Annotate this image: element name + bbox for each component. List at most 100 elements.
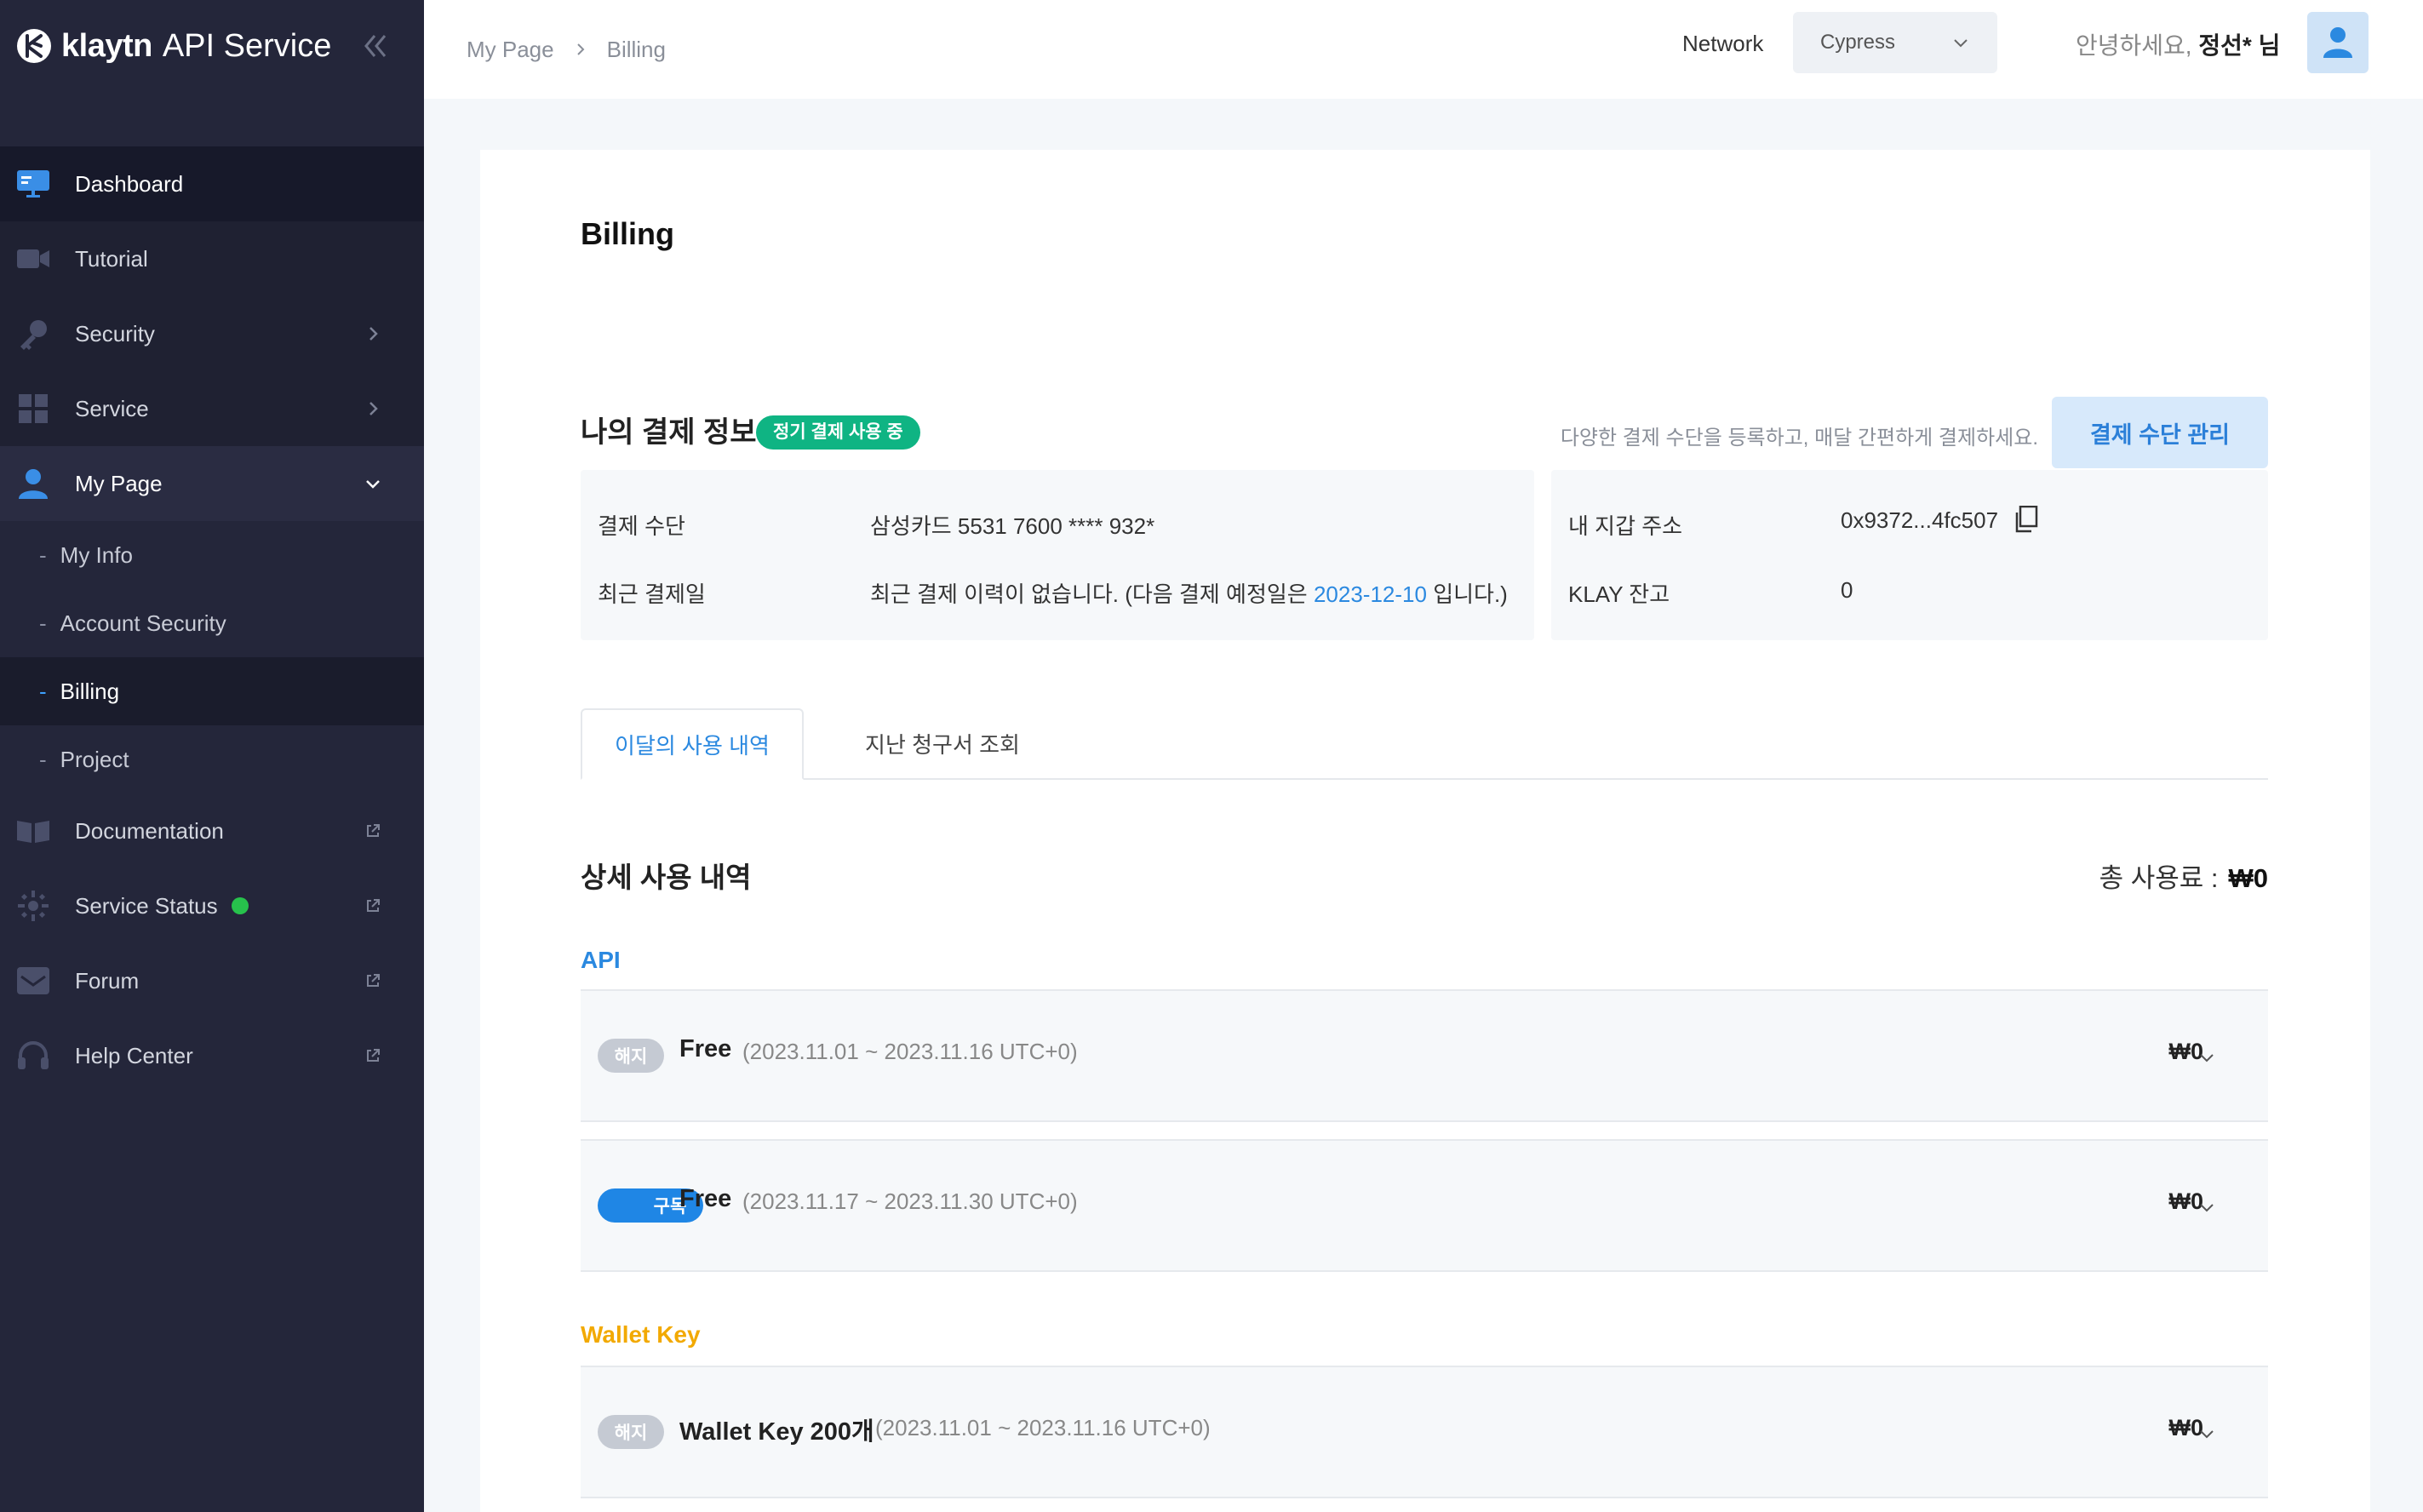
external-link-icon [367,899,380,912]
monitor-icon [15,166,51,202]
sidebar-item-my-page[interactable]: My Page [0,446,424,521]
sidebar-item-service-status[interactable]: Service Status [0,868,424,943]
sidebar-item-service[interactable]: Service [0,371,424,446]
sidebar-item-label: Tutorial [75,245,148,272]
sidebar-item-label: My Page [75,470,163,496]
sidebar-subitem-billing[interactable]: - Billing [0,657,424,725]
chevron-right-icon [369,327,378,341]
next-payment-date: 2023-12-10 [1313,581,1427,607]
sidebar-item-security[interactable]: Security [0,296,424,371]
book-icon [15,813,51,849]
user-icon [15,466,51,501]
klay-balance-value: 0 [1841,577,1853,603]
payment-hint: 다양한 결제 수단을 등록하고, 매달 간편하게 결제하세요. [1560,427,2038,450]
external-link-icon [367,1049,380,1062]
external-link-icon [367,974,380,987]
sidebar: klaytn API Service Dashboard Tutorial Se… [0,0,424,1512]
plan-period: (2023.11.01 ~ 2023.11.16 UTC+0) [742,1039,1078,1064]
headset-icon [15,1038,51,1074]
status-badge: 해지 [598,1415,664,1449]
breadcrumb-my-page[interactable]: My Page [467,37,554,63]
brand-sub: API Service [162,27,332,64]
top-header: My Page Billing Network Cypress 안녕하세요, 정… [424,0,2423,99]
plan-period: (2023.11.01 ~ 2023.11.16 UTC+0) [875,1415,1211,1440]
avatar[interactable] [2307,12,2369,73]
usage-row[interactable]: 해지 Wallet Key 200개 (2023.11.01 ~ 2023.11… [581,1366,2268,1498]
greeting: 안녕하세요, 정선* 님 [2076,27,2280,61]
sidebar-subitem-my-info[interactable]: - My Info [0,521,424,589]
recent-payment-label: 최근 결제일 [598,581,706,607]
chevron-down-icon[interactable] [2197,1197,2217,1217]
external-link-icon [367,824,380,837]
grid-icon [15,391,51,427]
chevron-down-icon[interactable] [2197,1047,2217,1068]
wallet-address-value: 0x9372...4fc507 [1841,507,1999,533]
brand-name: klaytn [61,27,152,64]
network-select[interactable]: Cypress [1793,12,1997,73]
total-usage: 총 사용료 : ₩0 [2099,856,2268,895]
usage-tabs: 이달의 사용 내역 지난 청구서 조회 [581,708,2268,780]
status-ok-dot [231,897,249,914]
sidebar-subitem-account-security[interactable]: - Account Security [0,589,424,657]
inbox-icon [15,963,51,999]
payment-header: 나의 결제 정보 정기 결제 사용 중 다양한 결제 수단을 등록하고, 매달 … [581,397,2268,468]
recent-payment-row: 최근 결제일 최근 결제 이력이 없습니다. (다음 결제 예정일은 2023-… [598,577,1508,609]
chevron-right-icon [369,402,378,415]
greeting-text: 안녕하세요, [2076,32,2192,59]
sidebar-subitem-label: My Info [60,541,133,568]
status-badge: 정기 결제 사용 중 [756,415,920,450]
detail-title: 상세 사용 내역 [581,862,752,893]
wallet-address-row: 내 지갑 주소 0x9372...4fc507 [1568,506,2038,541]
billing-card: Billing 나의 결제 정보 정기 결제 사용 중 다양한 결제 수단을 등… [480,150,2370,1512]
sidebar-item-help-center[interactable]: Help Center [0,1018,424,1093]
key-icon [15,316,51,352]
sidebar-item-label: Service [75,395,149,421]
klay-balance-row: KLAY 잔고 0 [1568,577,1853,609]
plan-name: Wallet Key 200개 [679,1418,874,1446]
manage-payment-button[interactable]: 결제 수단 관리 [2052,397,2268,468]
sidebar-item-label: Dashboard [75,170,184,197]
plan-period: (2023.11.17 ~ 2023.11.30 UTC+0) [742,1188,1078,1214]
klay-balance-label: KLAY 잔고 [1568,581,1670,607]
sidebar-subitem-label: Billing [60,678,120,704]
sidebar-item-documentation[interactable]: Documentation [0,793,424,868]
plan-name: Free [679,1185,732,1212]
chevron-down-icon[interactable] [2197,1423,2217,1444]
sidebar-subitem-project[interactable]: - Project [0,725,424,793]
total-value: ₩0 [2228,863,2269,893]
payment-method-value: 삼성카드 5531 7600 **** 932* [870,513,1155,539]
network-label: Network [1682,31,1764,56]
sidebar-subitem-label: Account Security [60,610,226,636]
copy-icon[interactable] [2014,506,2038,533]
tab-this-month[interactable]: 이달의 사용 내역 [581,708,804,780]
usage-row[interactable]: 구독 Free (2023.11.17 ~ 2023.11.30 UTC+0) … [581,1139,2268,1272]
payment-method-label: 결제 수단 [598,513,685,539]
sidebar-item-tutorial[interactable]: Tutorial [0,221,424,296]
payment-title: 나의 결제 정보 [581,416,757,449]
usage-row[interactable]: 해지 Free (2023.11.01 ~ 2023.11.16 UTC+0) … [581,989,2268,1122]
section-wallet-key-label: Wallet Key [581,1321,701,1348]
page-title: Billing [581,216,674,251]
payment-info-box: 결제 수단 삼성카드 5531 7600 **** 932* 최근 결제일 최근… [581,470,1534,640]
sidebar-item-label: Service Status [75,892,218,919]
sidebar-item-forum[interactable]: Forum [0,943,424,1018]
sidebar-item-dashboard[interactable]: Dashboard [0,146,424,221]
chevron-down-icon [1954,39,1968,48]
breadcrumb-billing: Billing [606,36,666,62]
sidebar-subitem-label: Project [60,746,129,772]
network-value: Cypress [1820,31,1896,54]
wallet-info-box: 내 지갑 주소 0x9372...4fc507 KLAY 잔고 0 [1551,470,2268,640]
section-api-label: API [581,947,621,973]
user-name: 정선* 님 [2198,32,2281,59]
total-label: 총 사용료 : [2099,863,2219,893]
recent-payment-suffix: 입니다.) [1433,581,1508,607]
recent-payment-text: 최근 결제 이력이 없습니다. (다음 결제 예정일은 [870,581,1308,607]
sidebar-item-label: Help Center [75,1042,193,1068]
status-badge: 해지 [598,1039,664,1073]
payment-method-row: 결제 수단 삼성카드 5531 7600 **** 932* [598,509,1154,541]
wallet-address-label: 내 지갑 주소 [1568,513,1683,539]
collapse-sidebar-icon[interactable] [358,29,392,63]
chevron-down-icon [366,480,380,489]
breadcrumb: My Page Billing [467,37,666,63]
tab-past-invoices[interactable]: 지난 청구서 조회 [828,708,1057,778]
